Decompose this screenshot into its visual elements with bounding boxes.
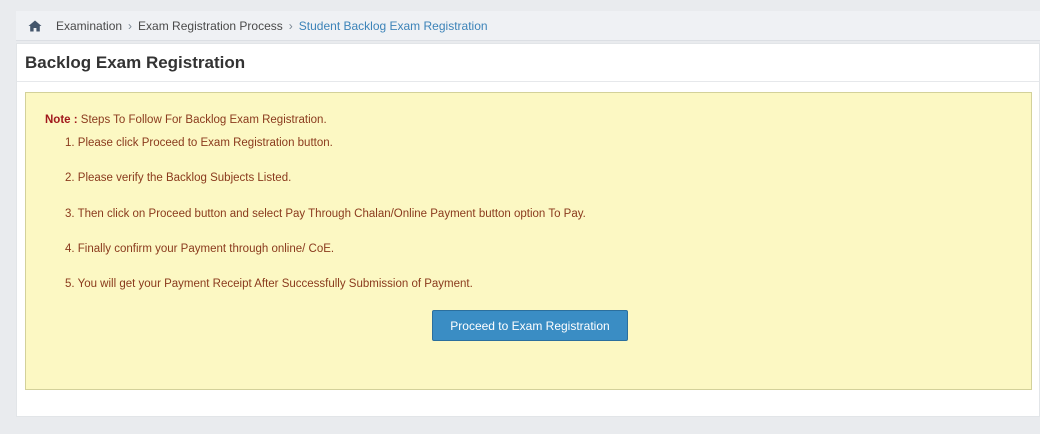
step-2: 2. Please verify the Backlog Subjects Li… — [65, 172, 292, 184]
breadcrumb-exam-registration-process[interactable]: Exam Registration Process — [138, 19, 283, 33]
breadcrumb: Examination › Exam Registration Process … — [16, 11, 1040, 41]
step-3: 3. Then click on Proceed button and sele… — [65, 208, 586, 220]
note-box: Note : Steps To Follow For Backlog Exam … — [25, 92, 1032, 390]
step-1: 1. Please click Proceed to Exam Registra… — [65, 137, 333, 149]
note-label: Note : — [45, 114, 78, 126]
registration-panel: Backlog Exam Registration Note : Steps T… — [16, 43, 1040, 417]
step-5: 5. You will get your Payment Receipt Aft… — [65, 278, 473, 290]
breadcrumb-separator: › — [128, 18, 133, 33]
panel-heading: Backlog Exam Registration — [17, 44, 1039, 82]
step-4: 4. Finally confirm your Payment through … — [65, 243, 335, 255]
home-icon[interactable] — [28, 20, 42, 32]
breadcrumb-examination[interactable]: Examination — [56, 19, 122, 33]
breadcrumb-current-page: Student Backlog Exam Registration — [298, 18, 488, 33]
note-text: Steps To Follow For Backlog Exam Registr… — [77, 114, 327, 126]
note-intro: Note : Steps To Follow For Backlog Exam … — [45, 114, 327, 126]
proceed-to-exam-registration-button[interactable]: Proceed to Exam Registration — [432, 310, 628, 341]
breadcrumb-separator: › — [288, 18, 293, 33]
page-title: Backlog Exam Registration — [25, 52, 246, 72]
